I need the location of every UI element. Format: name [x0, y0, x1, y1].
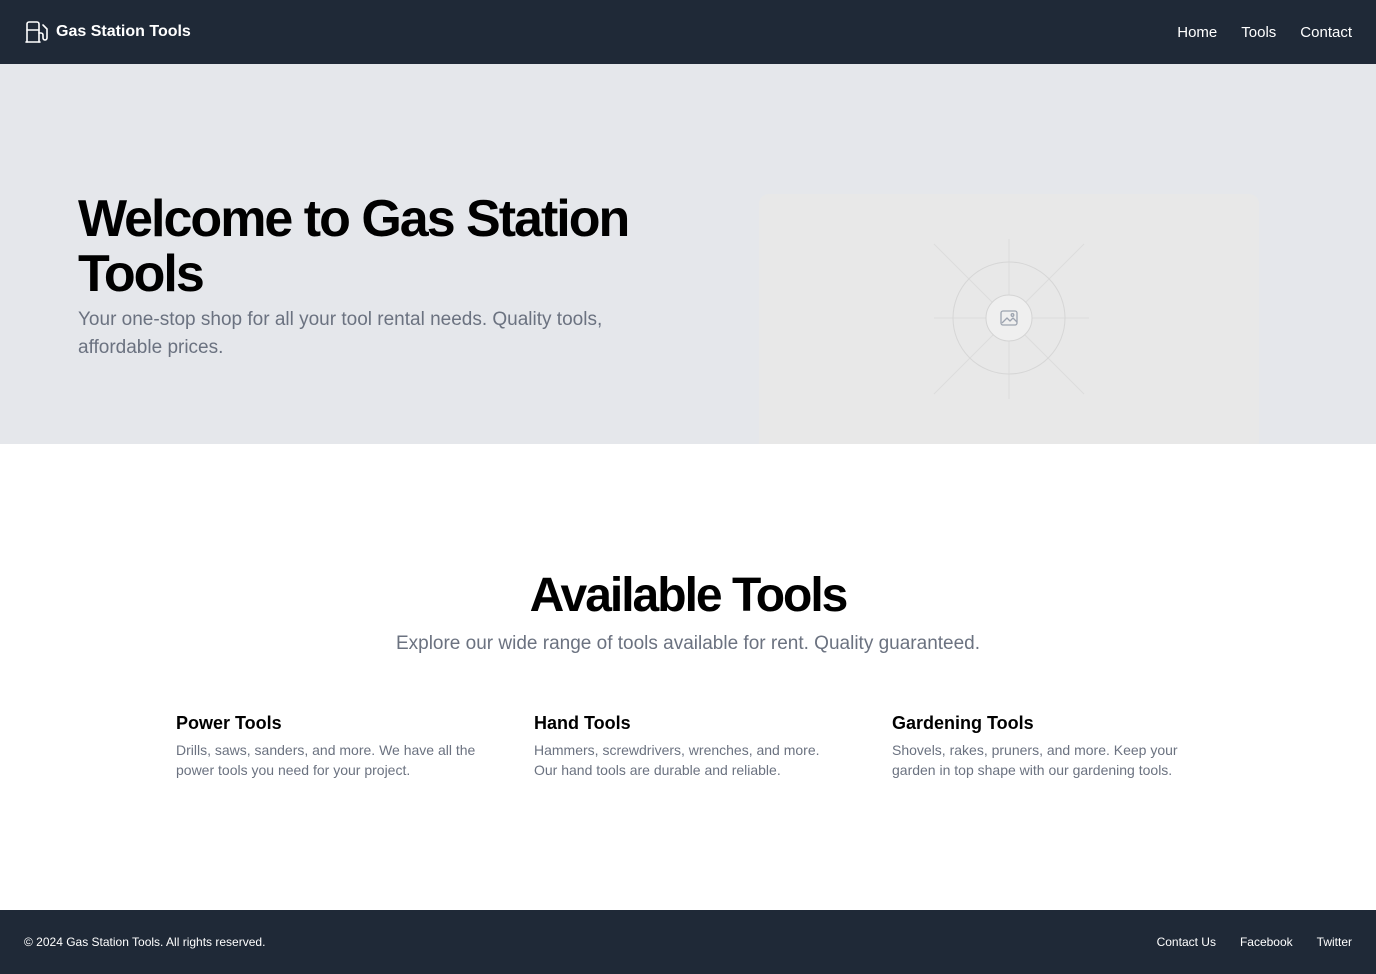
footer-twitter-link[interactable]: Twitter: [1317, 935, 1352, 949]
footer-facebook-link[interactable]: Facebook: [1240, 935, 1293, 949]
fuel-pump-icon: [25, 21, 48, 43]
brand-name: Gas Station Tools: [56, 23, 191, 40]
footer-contact-us-link[interactable]: Contact Us: [1157, 935, 1216, 949]
tool-card-power-tools: Power Tools Drills, saws, sanders, and m…: [176, 710, 480, 780]
brand-link[interactable]: Gas Station Tools: [24, 20, 191, 44]
site-footer: © 2024 Gas Station Tools. All rights res…: [0, 910, 1376, 974]
nav-tools-link[interactable]: Tools: [1241, 24, 1276, 41]
image-placeholder-icon: [933, 239, 1089, 399]
hero-text: Welcome to Gas Station Tools Your one-st…: [78, 192, 678, 362]
tool-name: Hand Tools: [534, 713, 631, 733]
section-subtitle: Explore our wide range of tools availabl…: [395, 633, 981, 654]
tool-description: Hammers, screwdrivers, wrenches, and mor…: [534, 742, 820, 778]
tool-name: Power Tools: [176, 713, 282, 733]
nav-home-link[interactable]: Home: [1177, 24, 1217, 41]
tool-description: Shovels, rakes, pruners, and more. Keep …: [892, 742, 1178, 778]
nav-contact-link[interactable]: Contact: [1300, 24, 1352, 41]
copyright-text: © 2024 Gas Station Tools. All rights res…: [24, 935, 266, 949]
hero-section: Welcome to Gas Station Tools Your one-st…: [0, 64, 1376, 444]
tool-description: Drills, saws, sanders, and more. We have…: [176, 742, 476, 778]
tools-section: Available Tools Explore our wide range o…: [0, 444, 1376, 910]
tool-card-gardening-tools: Gardening Tools Shovels, rakes, pruners,…: [892, 710, 1196, 780]
tool-card-hand-tools: Hand Tools Hammers, screwdrivers, wrench…: [534, 710, 838, 780]
hero-image-placeholder: [759, 194, 1259, 444]
site-header: Gas Station Tools Home Tools Contact: [0, 0, 1376, 64]
hero-title: Welcome to Gas Station Tools: [78, 190, 630, 303]
tool-name: Gardening Tools: [892, 713, 1034, 733]
footer-links: Contact Us Facebook Twitter: [1157, 935, 1352, 949]
hero-subtitle: Your one-stop shop for all your tool ren…: [78, 309, 603, 358]
tool-grid: Power Tools Drills, saws, sanders, and m…: [176, 710, 1206, 780]
main-nav: Home Tools Contact: [1177, 24, 1352, 41]
section-title: Available Tools: [529, 569, 849, 622]
